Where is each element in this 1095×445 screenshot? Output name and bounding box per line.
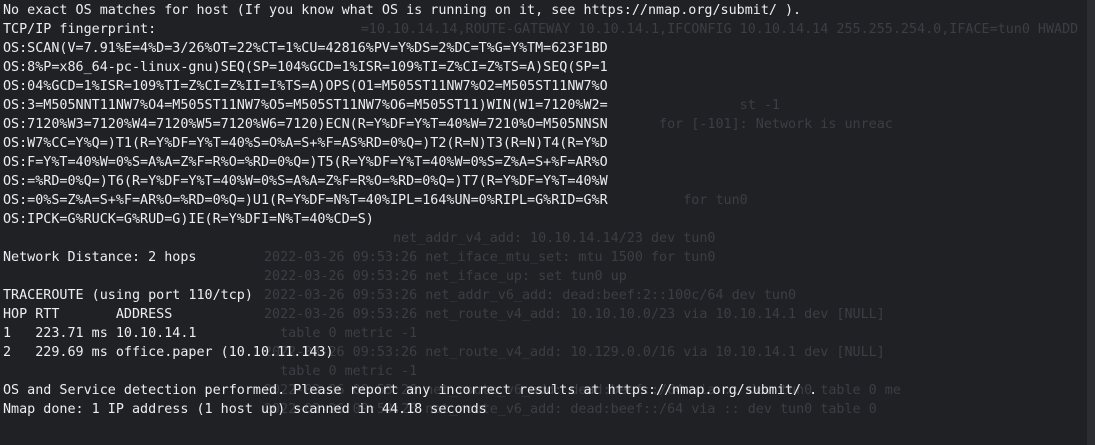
terminal-line: OS:3=M505NNT11NW7%O4=M505ST11NW7%O5=M505…	[3, 98, 608, 113]
terminal-line: OS:W7%CC=Y%Q=)T1(R=Y%DF=Y%T=40%S=O%A=S+%…	[3, 136, 608, 151]
terminal-line: OS:=%RD=0%Q=)T6(R=Y%DF=Y%T=40%W=0%S=A%A=…	[3, 174, 608, 189]
terminal-line: OS and Service detection performed. Plea…	[3, 383, 818, 398]
terminal-line: TCP/IP fingerprint:	[3, 22, 157, 37]
scrollbar[interactable]	[1087, 0, 1095, 445]
terminal-line: OS:04%GCD=1%ISR=109%TI=Z%CI=Z%II=I%TS=A)…	[3, 79, 608, 94]
terminal-window[interactable]: =10.10.14.14,ROUTE-GATEWAY 10.10.14.1,IF…	[0, 0, 1095, 445]
terminal-line: 2 229.69 ms office.paper (10.10.11.143)	[3, 345, 334, 360]
terminal-line: No exact OS matches for host (If you kno…	[3, 3, 802, 18]
terminal-output[interactable]: No exact OS matches for host (If you kno…	[3, 1, 1087, 419]
terminal-line: OS:8%P=x86_64-pc-linux-gnu)SEQ(SP=104%GC…	[3, 60, 608, 75]
terminal-line: 1 223.71 ms 10.10.14.1	[3, 326, 197, 341]
terminal-line: OS:=0%S=Z%A=S+%F=AR%O=%RD=0%Q=)U1(R=Y%DF…	[3, 193, 608, 208]
terminal-line: Nmap done: 1 IP address (1 host up) scan…	[3, 402, 487, 417]
terminal-line: Network Distance: 2 hops	[3, 250, 197, 265]
terminal-line: OS:7120%W3=7120%W4=7120%W5=7120%W6=7120)…	[3, 117, 608, 132]
terminal-line: OS:SCAN(V=7.91%E=4%D=3/26%OT=22%CT=1%CU=…	[3, 41, 608, 56]
terminal-line: HOP RTT ADDRESS	[3, 307, 173, 322]
terminal-line: OS:F=Y%T=40%W=0%S=A%A=Z%F=R%O=%RD=0%Q=)T…	[3, 155, 608, 170]
terminal-line: OS:IPCK=G%RUCK=G%RUD=G)IE(R=Y%DFI=N%T=40…	[3, 212, 374, 227]
terminal-line: TRACEROUTE (using port 110/tcp)	[3, 288, 253, 303]
